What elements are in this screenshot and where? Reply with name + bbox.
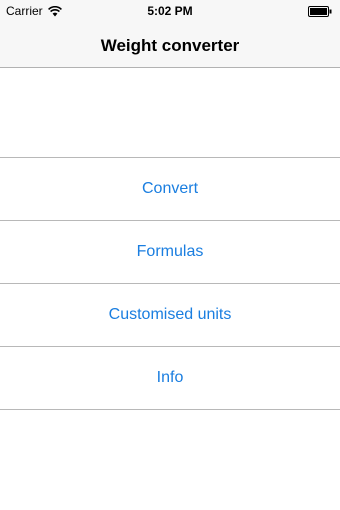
menu-item-info[interactable]: Info (0, 347, 340, 410)
menu-item-convert[interactable]: Convert (0, 158, 340, 221)
menu-item-label: Formulas (136, 243, 204, 260)
menu-item-label: Customised units (108, 306, 232, 323)
menu-list: Convert Formulas Customised units Info (0, 157, 340, 410)
page-title: Weight converter (100, 36, 240, 55)
status-bar: Carrier 5:02 PM (0, 0, 340, 22)
menu-item-label: Info (156, 369, 184, 386)
menu-item-customised-units[interactable]: Customised units (0, 284, 340, 347)
navigation-bar: Weight converter (0, 22, 340, 68)
battery-icon (308, 6, 332, 17)
menu-item-label: Convert (141, 180, 199, 197)
status-time: 5:02 PM (147, 4, 193, 18)
menu-item-formulas[interactable]: Formulas (0, 221, 340, 284)
